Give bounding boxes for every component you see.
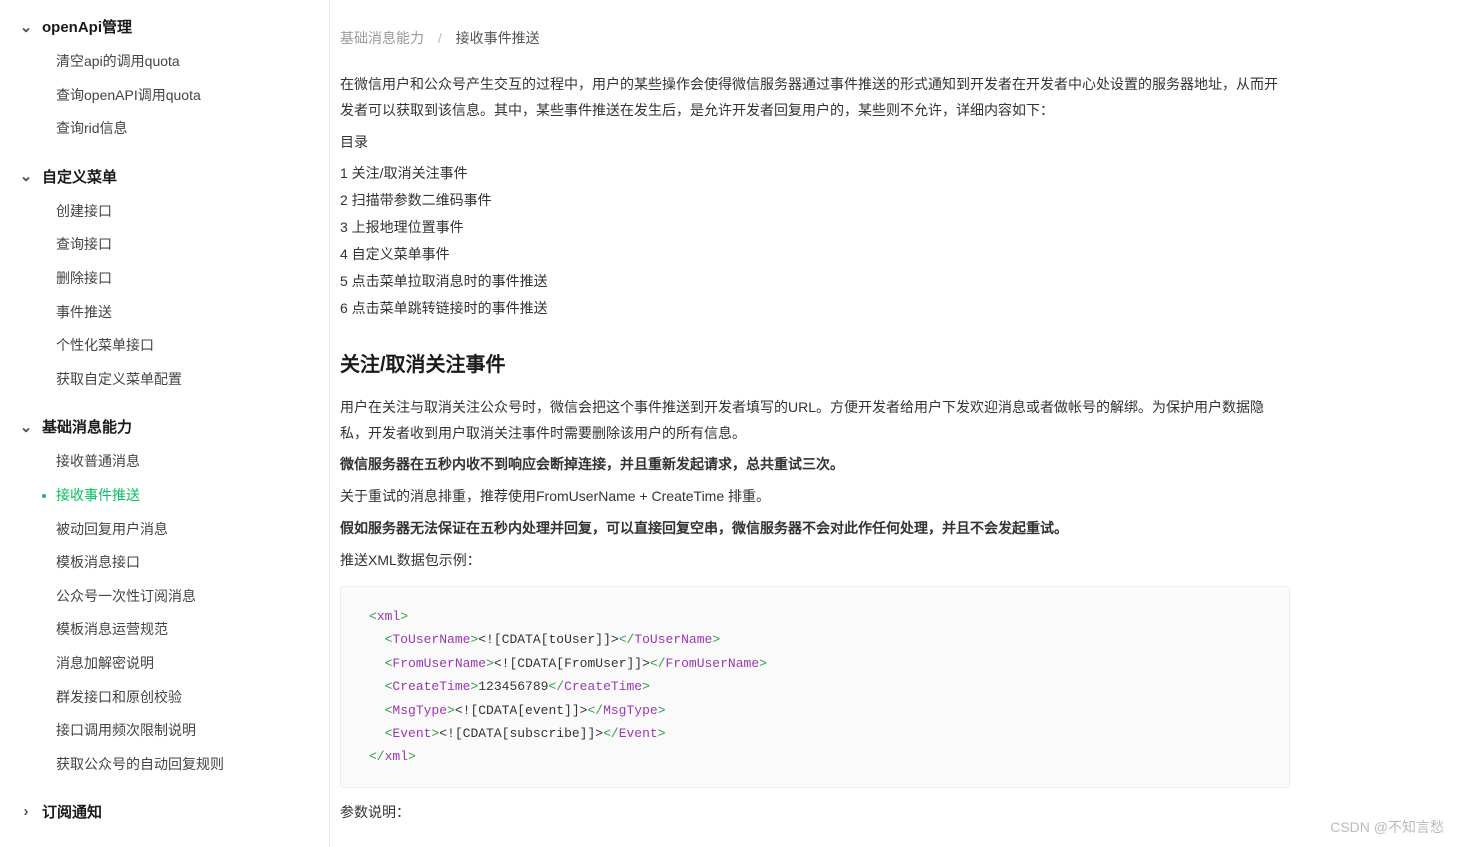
toc-item[interactable]: 3 上报地理位置事件 — [340, 217, 1290, 237]
toc-item[interactable]: 2 扫描带参数二维码事件 — [340, 190, 1290, 210]
toc-item[interactable]: 4 自定义菜单事件 — [340, 244, 1290, 264]
chevron-right-icon: › — [18, 803, 34, 820]
sidebar-item[interactable]: 消息加解密说明 — [0, 647, 329, 681]
section-title-follow-event: 关注/取消关注事件 — [340, 348, 1290, 377]
sidebar-item[interactable]: 查询openAPI调用quota — [0, 79, 329, 113]
table-of-contents: 1 关注/取消关注事件 2 扫描带参数二维码事件 3 上报地理位置事件 4 自定义菜单… — [340, 163, 1290, 318]
section-paragraph: 推送XML数据包示例： — [340, 548, 1290, 574]
sidebar-item[interactable]: 获取自定义菜单配置 — [0, 363, 329, 397]
sidebar-item[interactable]: 接收普通消息 — [0, 445, 329, 479]
toc-heading: 目录 — [340, 130, 1290, 156]
section-paragraph: 关于重试的消息排重，推荐使用FromUserName + CreateTime … — [340, 484, 1290, 510]
sidebar-item[interactable]: 模板消息运营规范 — [0, 613, 329, 647]
nav-group-label: 基础消息能力 — [42, 416, 132, 437]
sidebar-item[interactable]: 查询接口 — [0, 228, 329, 262]
nav-group-title[interactable]: ⌄ 自定义菜单 — [0, 158, 329, 195]
chevron-down-icon: ⌄ — [18, 167, 34, 185]
breadcrumb: 基础消息能力 / 接收事件推送 — [340, 20, 1290, 66]
toc-item[interactable]: 1 关注/取消关注事件 — [340, 163, 1290, 183]
chevron-down-icon: ⌄ — [18, 18, 34, 36]
chevron-down-icon: ⌄ — [18, 418, 34, 436]
intro-paragraph: 在微信用户和公众号产生交互的过程中，用户的某些操作会使得微信服务器通过事件推送的… — [340, 72, 1290, 124]
sidebar-item[interactable]: 接收事件推送 — [0, 479, 329, 513]
sidebar-item[interactable]: 事件推送 — [0, 296, 329, 330]
nav-group-title[interactable]: ⌄ 基础消息能力 — [0, 408, 329, 445]
params-heading: 参数说明： — [340, 800, 1290, 826]
sidebar-item[interactable]: 创建接口 — [0, 195, 329, 229]
sidebar: ⌄openApi管理清空api的调用quota查询openAPI调用quota查… — [0, 0, 330, 847]
sidebar-item[interactable]: 删除接口 — [0, 262, 329, 296]
sidebar-item[interactable]: 群发接口和原创校验 — [0, 681, 329, 715]
main-content: 基础消息能力 / 接收事件推送 在微信用户和公众号产生交互的过程中，用户的某些操… — [330, 0, 1458, 847]
section-paragraph-bold: 假如服务器无法保证在五秒内处理并回复，可以直接回复空串，微信服务器不会对此作任何… — [340, 516, 1290, 542]
nav-group-title[interactable]: › 订阅通知 — [0, 793, 329, 830]
breadcrumb-separator: / — [438, 30, 442, 46]
sidebar-item[interactable]: 获取公众号的自动回复规则 — [0, 748, 329, 782]
toc-item[interactable]: 5 点击菜单拉取消息时的事件推送 — [340, 271, 1290, 291]
sidebar-item[interactable]: 被动回复用户消息 — [0, 513, 329, 547]
sidebar-item[interactable]: 清空api的调用quota — [0, 45, 329, 79]
sidebar-item[interactable]: 模板消息接口 — [0, 546, 329, 580]
nav-group-title[interactable]: ›客服消息 — [0, 842, 329, 847]
breadcrumb-parent[interactable]: 基础消息能力 — [340, 30, 424, 46]
sidebar-item[interactable]: 公众号一次性订阅消息 — [0, 580, 329, 614]
breadcrumb-current: 接收事件推送 — [456, 30, 540, 46]
nav-group-label: 订阅通知 — [42, 801, 102, 822]
sidebar-item[interactable]: 接口调用频次限制说明 — [0, 714, 329, 748]
section-paragraph: 用户在关注与取消关注公众号时，微信会把这个事件推送到开发者填写的URL。方便开发… — [340, 395, 1290, 447]
sidebar-item[interactable]: 查询rid信息 — [0, 112, 329, 146]
toc-item[interactable]: 6 点击菜单跳转链接时的事件推送 — [340, 298, 1290, 318]
xml-code-example: <xml> <ToUserName><![CDATA[toUser]]></To… — [340, 586, 1290, 788]
sidebar-item[interactable]: 个性化菜单接口 — [0, 329, 329, 363]
section-paragraph-bold: 微信服务器在五秒内收不到响应会断掉连接，并且重新发起请求，总共重试三次。 — [340, 452, 1290, 478]
nav-group-label: openApi管理 — [42, 16, 132, 37]
nav-group-title[interactable]: ⌄ openApi管理 — [0, 8, 329, 45]
nav-group-label: 自定义菜单 — [42, 166, 117, 187]
